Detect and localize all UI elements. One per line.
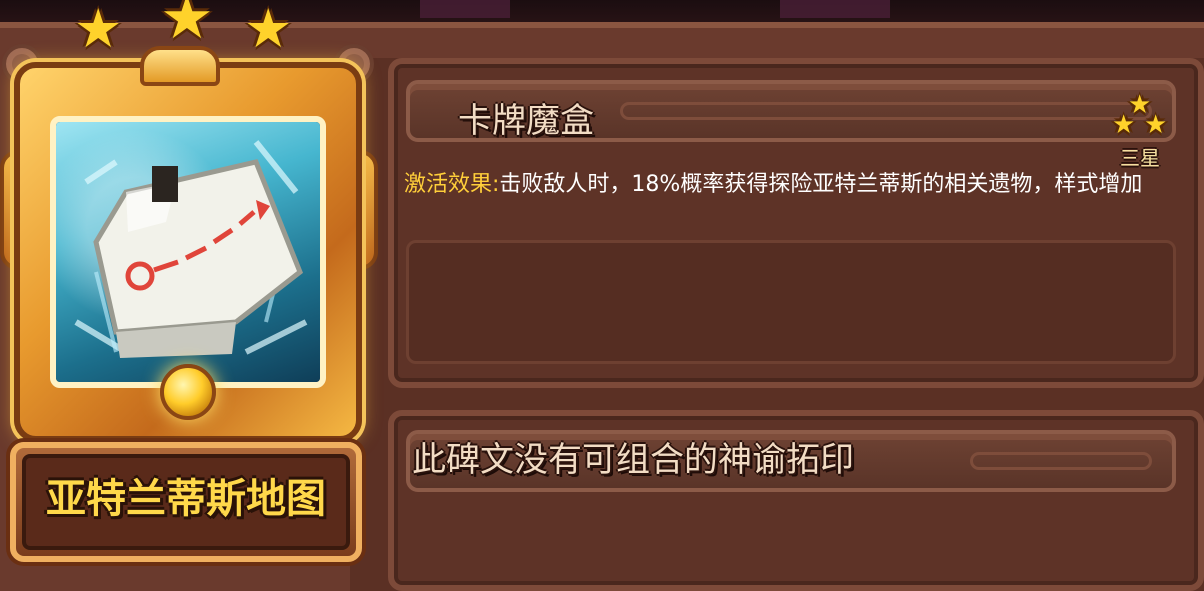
card-art-window [50,116,326,388]
star-icon: ★ [160,0,214,53]
star-icon: ★ [74,0,123,60]
effect-body-area [406,240,1176,364]
star-icon: ★ [1112,110,1136,140]
treasure-map-icon [56,122,320,382]
card-nameplate: 亚特兰蒂斯地图 [0,424,372,574]
star-icon: ★ [1144,110,1168,140]
top-decoration [420,0,510,18]
top-decoration [780,0,890,18]
effect-description: 激活效果:击败敌人时，18%概率获得探险亚特兰蒂斯的相关遗物，样式增加 [404,168,1184,202]
effect-panel-header: 卡牌魔盒 [406,80,1176,142]
rank-label: 三星 [1120,146,1160,170]
card-name: 亚特兰蒂斯地图 [46,476,326,522]
effect-title: 卡牌魔盒 [458,101,594,141]
star-icon: ★ [244,0,293,60]
combo-panel: 此碑文没有可组合的神谕拓印 [388,410,1204,591]
header-groove [970,452,1152,470]
combo-title: 此碑文没有可组合的神谕拓印 [412,440,854,480]
header-groove [620,102,1152,120]
card-star-rating: ★ ★ ★ [68,0,308,70]
rank-badge: ★ ★ ★ 三星 [1110,92,1170,170]
effect-label: 激活效果: [404,172,500,197]
effect-panel: 卡牌魔盒 ★ ★ ★ 三星 激活效果:击败敌人时，18%概率获得探险亚特兰蒂斯的… [388,58,1204,388]
effect-text: 击败敌人时，18%概率获得探险亚特兰蒂斯的相关遗物，样式增加 [499,172,1143,197]
card-display[interactable]: ★ ★ ★ 亚特兰蒂斯地图 [0,0,390,591]
gem-icon [160,364,216,420]
